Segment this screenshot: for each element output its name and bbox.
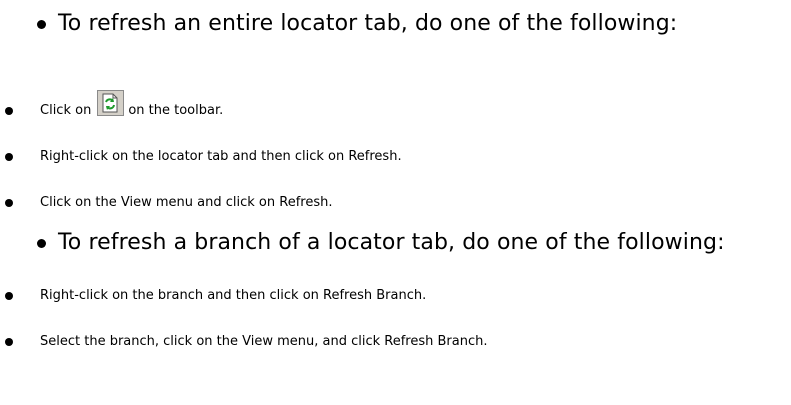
heading-text: To refresh a branch of a locator tab, do…	[58, 230, 725, 255]
heading-text: To refresh an entire locator tab, do one…	[58, 11, 678, 36]
refresh-icon	[97, 90, 125, 116]
bullet-icon	[5, 107, 13, 115]
refresh-icon-graphic	[102, 93, 118, 113]
bullet-icon	[5, 292, 13, 300]
bullet-icon	[37, 239, 46, 248]
item-text-after: on the toolbar.	[128, 103, 224, 118]
bullet-icon	[5, 199, 13, 207]
list-item-text: Right-click on the branch and then click…	[40, 288, 427, 303]
list-item-text: Right-click on the locator tab and then …	[40, 149, 402, 164]
list-item-text: Select the branch, click on the View men…	[40, 334, 488, 349]
list-item-text: Click on the View menu and click on Refr…	[40, 195, 333, 210]
list-item-text: Click on on the toolbar.	[40, 90, 224, 124]
bullet-icon	[37, 20, 46, 29]
bullet-icon	[5, 338, 13, 346]
item-text-before: Click on	[40, 103, 92, 118]
bullet-icon	[5, 153, 13, 161]
help-page: To refresh an entire locator tab, do one…	[0, 0, 791, 405]
